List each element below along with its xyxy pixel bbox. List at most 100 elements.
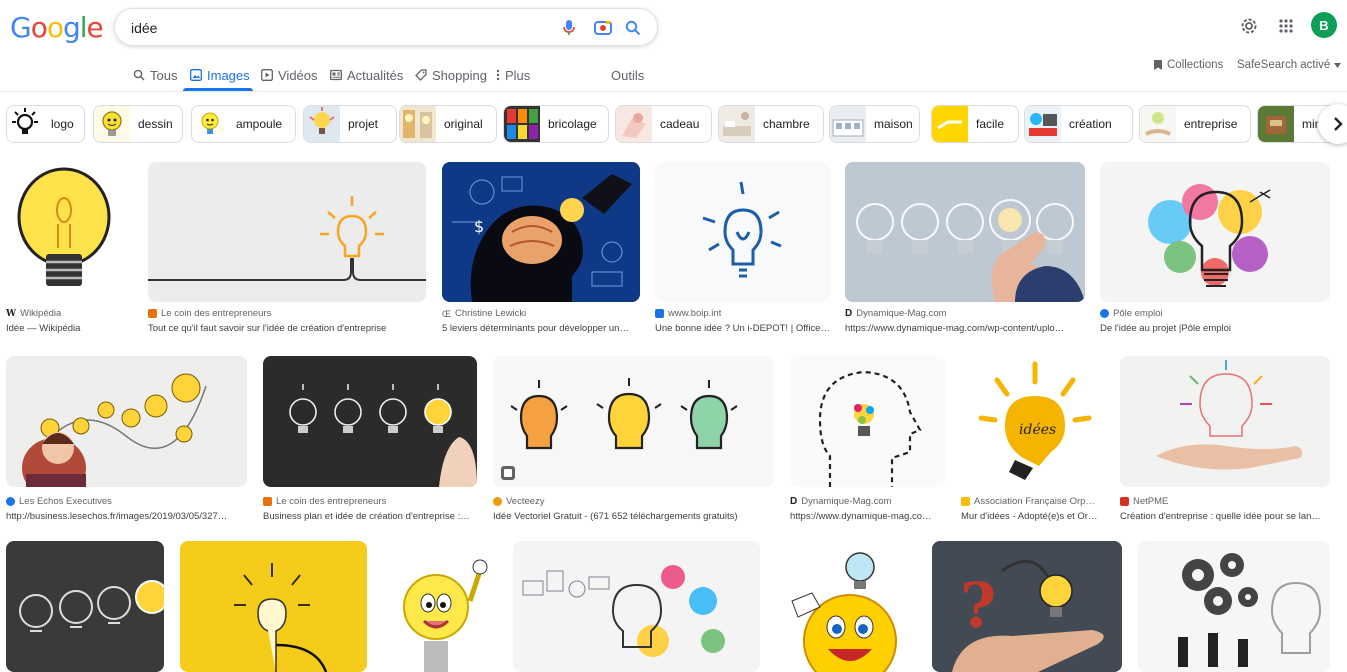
chip-chambre[interactable]: chambre [718,105,824,143]
search-input[interactable] [131,17,541,39]
chip-original[interactable]: original [399,105,497,143]
chip-label: cadeau [660,117,700,131]
svg-text:?: ? [960,569,996,642]
result-title[interactable]: http://business.lesechos.fr/images/2019/… [6,511,247,522]
tab-tous[interactable]: Tous [133,67,177,83]
result-image[interactable] [845,162,1085,302]
result-image[interactable] [1138,541,1330,672]
result-source: Association Française Orp… [961,496,1095,507]
tab-shopping[interactable]: Shopping [415,67,487,83]
google-logo[interactable]: Google [10,11,104,44]
chip-label: facile [976,117,1005,131]
result-title[interactable]: Création d'entreprise : quelle idée pour… [1120,511,1330,522]
chip-thumbnail [7,106,43,142]
news-icon [330,69,342,81]
chip-thumbnail [304,106,340,142]
related-searches-bar: logo dessin ampoule projet original bric… [6,105,1339,143]
result-title[interactable]: Idée — Wikipédia [6,323,132,334]
result-image[interactable] [148,162,426,302]
svg-text:$: $ [474,217,484,236]
chip-maison[interactable]: maison [829,105,920,143]
tab-plus[interactable]: Plus [496,67,530,83]
site-favicon-icon: Œ [442,308,451,319]
result-image[interactable] [6,356,247,487]
svg-text:idées: idées [1019,422,1056,438]
result-title[interactable]: Business plan et idée de création d'entr… [263,511,477,522]
image-icon [190,69,202,81]
chip-dessin[interactable]: dessin [93,105,183,143]
site-favicon-icon [1120,497,1129,506]
tab-actualites[interactable]: Actualités [330,67,403,83]
chip-thumbnail [504,106,540,142]
result-source: www.boip.int [655,308,721,319]
chip-label: ampoule [236,117,283,131]
result-image[interactable] [513,541,760,672]
apps-grid-icon[interactable] [1274,14,1298,38]
tools-label: Outils [611,67,645,83]
chip-label: logo [51,117,74,131]
search-icon[interactable] [623,18,643,38]
result-image[interactable] [6,162,132,302]
result-title[interactable]: Tout ce qu'il faut savoir sur l'idée de … [148,323,426,334]
chip-ampoule[interactable]: ampoule [191,105,296,143]
result-image[interactable] [263,356,477,487]
chip-logo[interactable]: logo [6,105,85,143]
tab-label: Vidéos [278,67,318,83]
gear-icon[interactable] [1237,14,1261,38]
result-image[interactable]: ? [932,541,1122,672]
result-image[interactable] [493,356,774,487]
chip-facile[interactable]: facile [931,105,1019,143]
result-source: D Dynamique-Mag.com [790,496,892,507]
result-image[interactable] [776,541,916,672]
result-source: Vecteezy [493,496,545,507]
result-image[interactable] [384,541,498,672]
chevron-right-icon [1334,117,1343,131]
tab-images[interactable]: Images [190,67,250,83]
result-title[interactable]: Mur d'idées - Adopté(e)s et Or… [961,511,1104,522]
result-image[interactable]: $ [442,162,640,302]
chip-label: original [444,117,483,131]
result-title[interactable]: De l'idée au projet |Pôle emploi [1100,323,1330,334]
result-image[interactable]: idées [961,356,1104,487]
chip-projet[interactable]: projet [303,105,397,143]
tab-label: Images [207,67,250,83]
result-image[interactable] [1100,162,1330,302]
result-image[interactable] [1120,356,1330,487]
site-favicon-icon [655,309,664,318]
chip-label: bricolage [548,117,597,131]
result-image[interactable] [790,356,945,487]
account-avatar[interactable]: B [1311,12,1337,38]
chip-bricolage[interactable]: bricolage [503,105,609,143]
result-image[interactable] [655,162,830,302]
chip-thumbnail [616,106,652,142]
result-title[interactable]: https://www.dynamique-mag.co… [790,511,945,522]
result-title[interactable]: https://www.dynamique-mag.com/wp-content… [845,323,1085,334]
chip-thumbnail [1025,106,1061,142]
safesearch-menu[interactable]: SafeSearch activé [1237,59,1342,71]
result-image[interactable] [180,541,367,672]
tag-icon [415,69,427,81]
result-title[interactable]: Une bonne idée ? Un i-DEPOT! | Office… [655,323,830,334]
site-favicon-icon [493,497,502,506]
chip-entreprise[interactable]: entreprise [1139,105,1251,143]
chip-label: chambre [763,117,810,131]
result-image[interactable] [6,541,164,672]
camera-lens-icon[interactable] [593,18,613,38]
result-title[interactable]: 5 leviers déterminants pour développer u… [442,323,640,334]
search-icon [133,69,145,81]
chip-creation[interactable]: création [1024,105,1133,143]
chip-label: entreprise [1184,117,1238,131]
search-box[interactable] [114,8,658,46]
tab-label: Plus [505,67,531,83]
result-title[interactable]: Idée Vectoriel Gratuit - (671 652 téléch… [493,511,774,522]
tab-videos[interactable]: Vidéos [261,67,318,83]
microphone-icon[interactable] [559,18,579,38]
chip-label: dessin [138,117,173,131]
wikipedia-favicon-icon: W [6,308,17,319]
tools-button[interactable]: Outils [611,67,644,83]
collections-link[interactable]: Collections [1153,59,1223,71]
result-source: Le coin des entrepreneurs [263,496,386,507]
safesearch-label: SafeSearch activé [1237,59,1331,71]
chip-thumbnail [830,106,866,142]
chip-cadeau[interactable]: cadeau [615,105,712,143]
